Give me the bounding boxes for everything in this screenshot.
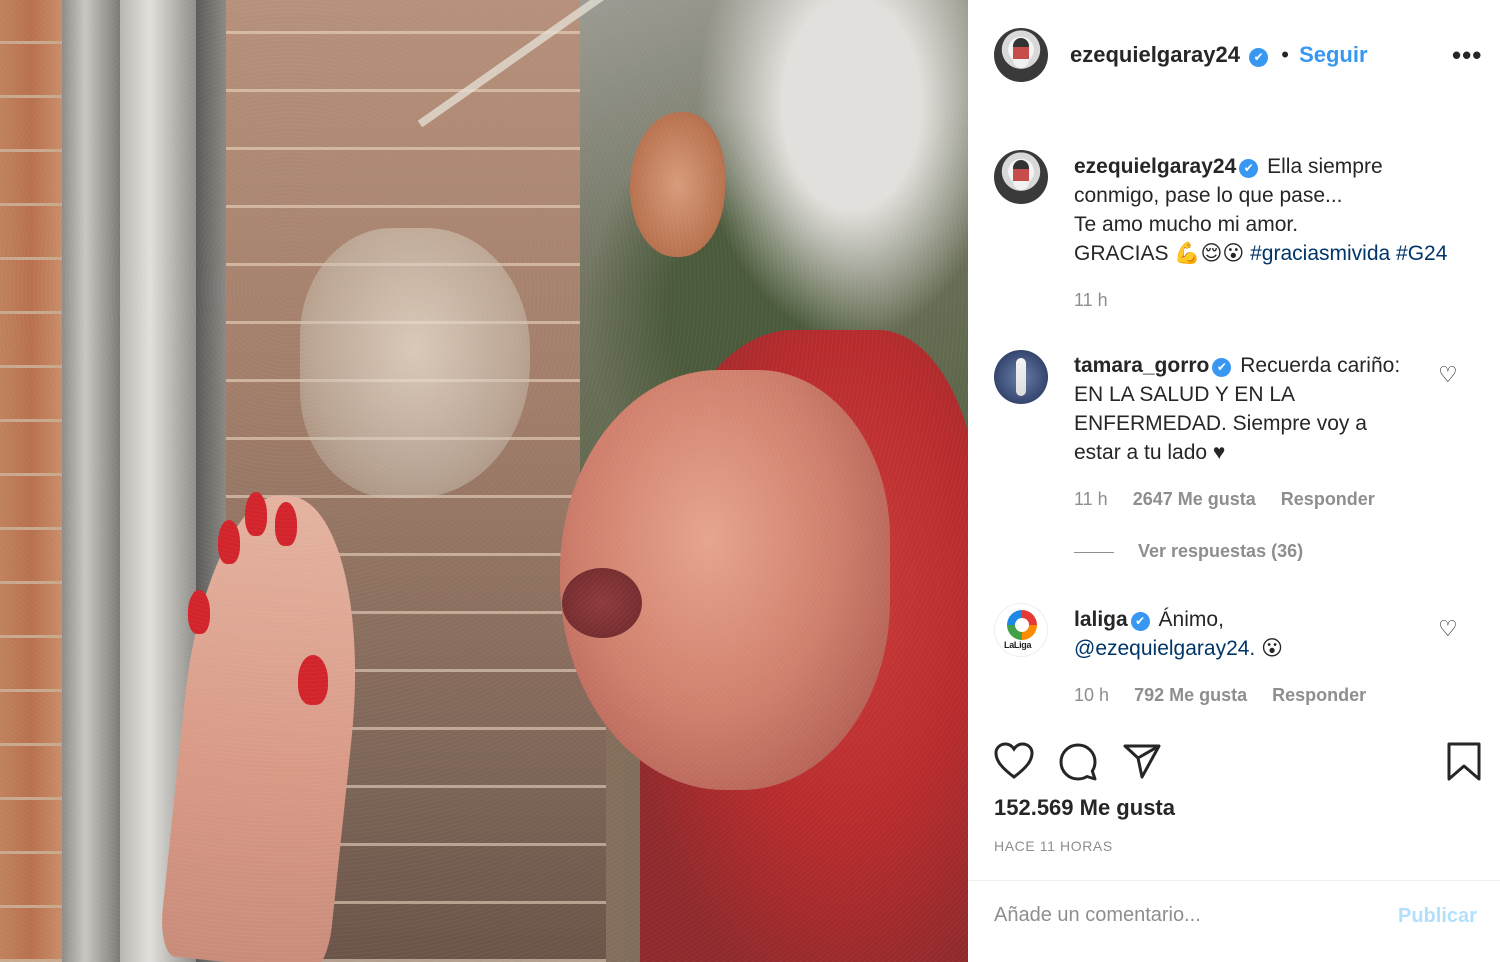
verified-badge-icon: ✔ — [1239, 159, 1259, 178]
comment-text-line: Ánimo, — [1158, 608, 1224, 631]
comment-meta: 10 h 792 Me gusta Responder — [1074, 685, 1386, 706]
share-icon[interactable] — [1122, 742, 1162, 780]
caption-avatar[interactable] — [994, 150, 1048, 204]
publish-button[interactable]: Publicar — [1398, 905, 1477, 928]
caption-time[interactable]: 11 h — [1074, 290, 1108, 310]
caption-text-line: GRACIAS 💪😌😮 — [1074, 242, 1251, 265]
add-comment-input[interactable]: Añade un comentario... — [994, 904, 1201, 927]
more-options-icon[interactable]: ••• — [1452, 40, 1482, 71]
comment-text-line: Recuerda cariño: — [1240, 354, 1401, 377]
comment-time[interactable]: 11 h — [1074, 489, 1108, 509]
comment-like-heart-icon[interactable]: ♡ — [1438, 616, 1458, 642]
comment-time[interactable]: 10 h — [1074, 685, 1109, 705]
verified-badge-icon: ✔ — [1212, 358, 1232, 377]
comment-text-line: estar a tu lado ♥ — [1074, 441, 1226, 464]
hashtag-link[interactable]: #graciasmivida — [1250, 242, 1390, 265]
post-header: ezequielgaray24 ✔ • Seguir — [1070, 42, 1368, 68]
caption-meta: 11 h — [1074, 290, 1128, 311]
photo-grain-overlay — [0, 0, 968, 962]
comment-text-line: EN LA SALUD Y EN LA — [1074, 383, 1296, 406]
comment-icon[interactable] — [1058, 742, 1098, 782]
verified-badge-icon: ✔ — [1130, 612, 1150, 631]
caption-text-line: Ella siempre — [1267, 155, 1383, 178]
divider — [968, 880, 1500, 881]
bookmark-icon[interactable] — [1446, 742, 1482, 782]
author-username[interactable]: ezequielgaray24 — [1070, 42, 1240, 67]
hashtag-link[interactable]: #G24 — [1396, 242, 1447, 265]
replies-divider — [1074, 551, 1114, 553]
verified-badge-icon: ✔ — [1249, 48, 1269, 67]
caption-text-line: conmigo, pase lo que pase... — [1074, 184, 1343, 207]
post-side-panel: ezequielgaray24 ✔ • Seguir ••• ezequielg… — [968, 0, 1500, 962]
reply-button[interactable]: Responder — [1272, 685, 1366, 705]
comment-meta: 11 h 2647 Me gusta Responder — [1074, 489, 1395, 510]
comment-likes[interactable]: 2647 Me gusta — [1133, 489, 1256, 509]
caption-username[interactable]: ezequielgaray24 — [1074, 155, 1236, 178]
comment-emoji: 😮 — [1255, 637, 1284, 660]
comment-like-heart-icon[interactable]: ♡ — [1438, 362, 1458, 388]
laliga-logo-text: LaLiga — [1004, 640, 1032, 650]
post-photo[interactable] — [0, 0, 968, 962]
likes-count[interactable]: 152.569 Me gusta — [994, 795, 1175, 821]
commenter-avatar[interactable] — [994, 350, 1048, 404]
mention-link[interactable]: @ezequielgaray24. — [1074, 637, 1255, 660]
comment-likes[interactable]: 792 Me gusta — [1134, 685, 1247, 705]
comment: laliga ✔ Ánimo, @ezequielgaray24. 😮 — [1074, 605, 1454, 663]
author-avatar[interactable] — [994, 28, 1048, 82]
header-separator: • — [1281, 42, 1289, 67]
view-replies-button[interactable]: Ver respuestas (36) — [1074, 541, 1303, 562]
reply-button[interactable]: Responder — [1281, 489, 1375, 509]
follow-button[interactable]: Seguir — [1299, 42, 1367, 67]
comment-username[interactable]: laliga — [1074, 608, 1128, 631]
post-time-ago[interactable]: HACE 11 HORAS — [994, 838, 1113, 854]
caption-text-line: Te amo mucho mi amor. — [1074, 213, 1299, 236]
heart-icon[interactable] — [994, 742, 1034, 780]
laliga-logo-icon — [1007, 610, 1037, 640]
action-bar — [994, 742, 1484, 782]
commenter-avatar[interactable]: LaLiga — [994, 603, 1048, 657]
comment: tamara_gorro ✔ Recuerda cariño: EN LA SAL… — [1074, 351, 1454, 467]
comment-text-line: ENFERMEDAD. Siempre voy a — [1074, 412, 1367, 435]
comment-username[interactable]: tamara_gorro — [1074, 354, 1209, 377]
caption: ezequielgaray24 ✔ Ella siempre conmigo, p… — [1074, 152, 1454, 268]
view-replies-label: Ver respuestas (36) — [1138, 541, 1304, 561]
